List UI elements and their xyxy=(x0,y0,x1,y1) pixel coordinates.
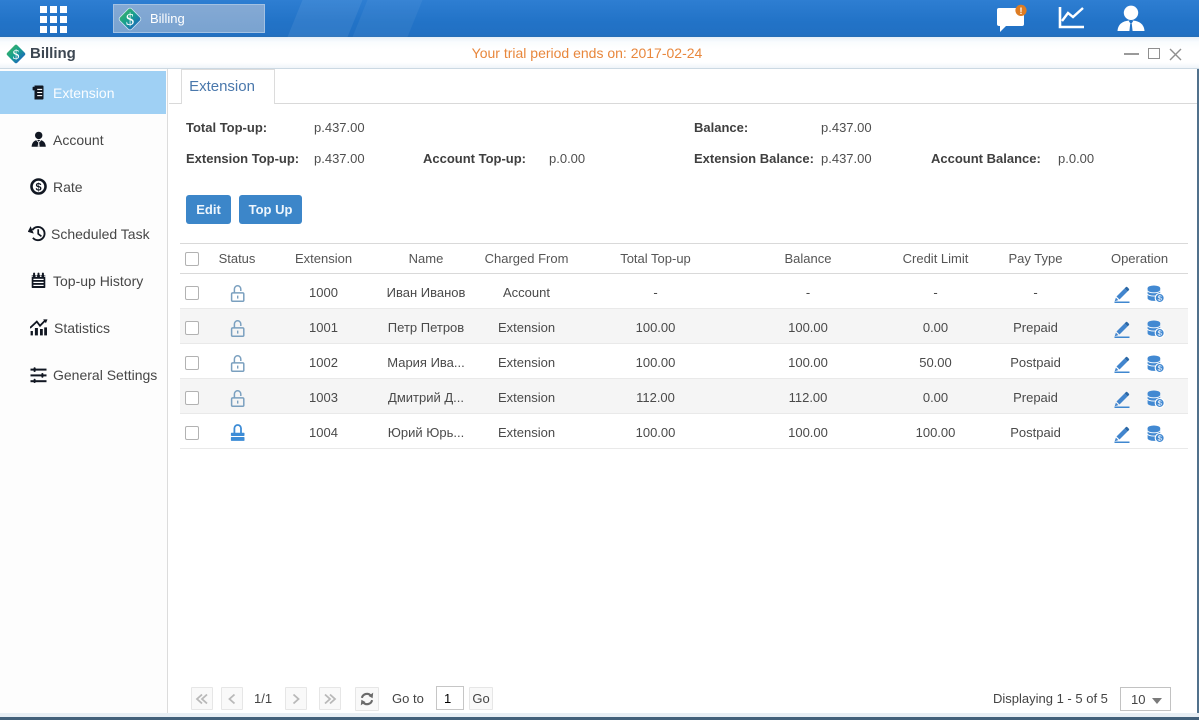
svg-text:$: $ xyxy=(126,10,135,29)
svg-text:!: ! xyxy=(1020,6,1023,16)
svg-text:$: $ xyxy=(35,181,41,193)
